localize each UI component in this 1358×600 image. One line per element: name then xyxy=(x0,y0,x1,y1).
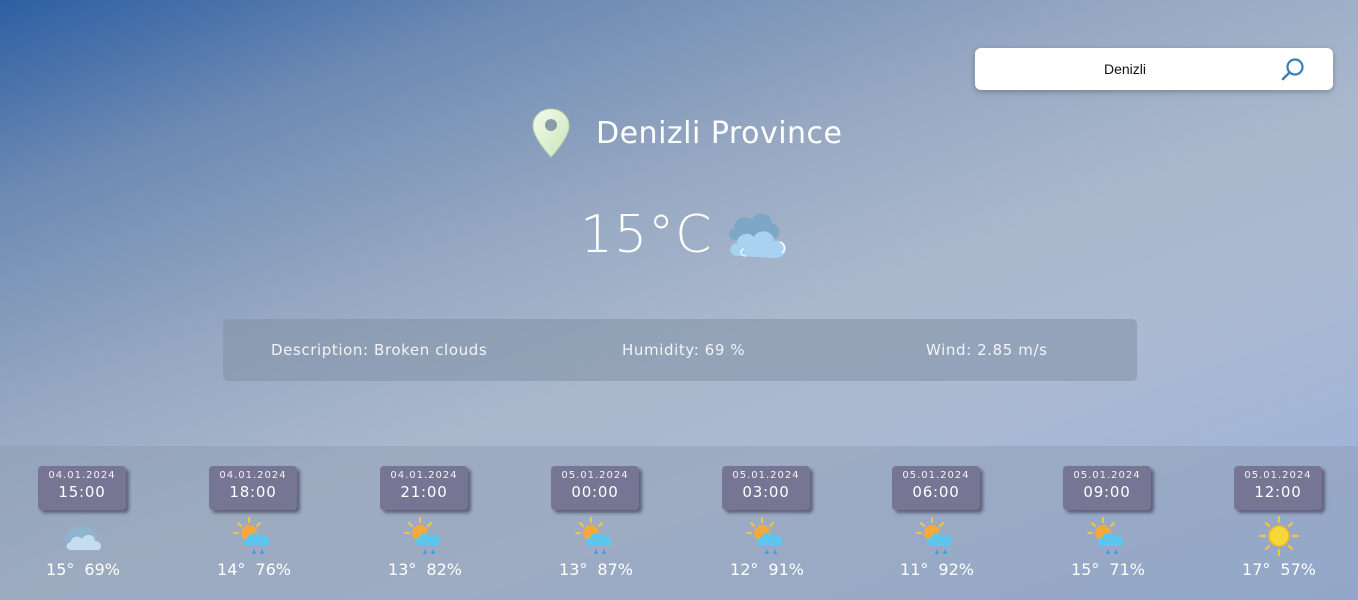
forecast-time: 03:00 xyxy=(742,483,790,501)
forecast-humidity: 82% xyxy=(426,560,462,579)
forecast-humidity: 87% xyxy=(597,560,633,579)
forecast-time: 06:00 xyxy=(912,483,960,501)
sun-icon xyxy=(1258,516,1300,556)
sun-rain-icon xyxy=(1087,517,1124,554)
sun-rain-icon xyxy=(575,517,612,554)
forecast-humidity: 76% xyxy=(255,560,291,579)
forecast-values: 11° 92% xyxy=(892,560,982,579)
forecast-temp: 11° xyxy=(900,560,929,579)
forecast-values: 15° 69% xyxy=(38,560,128,579)
forecast-item: 05.01.2024 00:00 13° 87% xyxy=(551,466,641,579)
search-icon[interactable] xyxy=(1280,57,1306,83)
forecast-datetime: 05.01.2024 09:00 xyxy=(1063,466,1151,510)
forecast-humidity: 92% xyxy=(938,560,974,579)
forecast-temp: 12° xyxy=(730,560,759,579)
forecast-time: 21:00 xyxy=(400,483,448,501)
city-name: Denizli Province xyxy=(596,115,843,151)
sun-rain-icon xyxy=(916,517,953,554)
forecast-datetime: 05.01.2024 00:00 xyxy=(551,466,639,510)
search-input[interactable] xyxy=(975,48,1275,90)
forecast-datetime: 04.01.2024 18:00 xyxy=(209,466,297,510)
forecast-date: 05.01.2024 xyxy=(1073,470,1141,481)
forecast-time: 15:00 xyxy=(58,483,106,501)
forecast-datetime: 05.01.2024 12:00 xyxy=(1234,466,1322,510)
sun-rain-icon xyxy=(404,517,441,554)
forecast-temp: 15° xyxy=(46,560,75,579)
forecast-item: 04.01.2024 21:00 13° 82% xyxy=(380,466,470,579)
forecast-date: 04.01.2024 xyxy=(219,470,287,481)
forecast-time: 00:00 xyxy=(571,483,619,501)
forecast-date: 05.01.2024 xyxy=(1244,470,1312,481)
current-temperature: 15°C xyxy=(580,205,713,265)
forecast-item: 04.01.2024 15:00 15° 69% xyxy=(38,466,128,579)
location-pin-icon xyxy=(532,108,570,158)
forecast-temp: 15° xyxy=(1071,560,1100,579)
forecast-values: 14° 76% xyxy=(209,560,299,579)
forecast-date: 05.01.2024 xyxy=(561,470,629,481)
forecast-item: 05.01.2024 03:00 12° 91% xyxy=(722,466,812,579)
forecast-date: 04.01.2024 xyxy=(48,470,116,481)
forecast-values: 15° 71% xyxy=(1063,560,1153,579)
forecast-item: 05.01.2024 09:00 15° 71% xyxy=(1063,466,1153,579)
sun-rain-icon xyxy=(233,517,270,554)
broken-clouds-icon xyxy=(729,213,787,258)
sun-rain-icon xyxy=(746,517,783,554)
forecast-date: 04.01.2024 xyxy=(390,470,458,481)
forecast-humidity: 71% xyxy=(1109,560,1145,579)
forecast-date: 05.01.2024 xyxy=(732,470,800,481)
forecast-datetime: 04.01.2024 21:00 xyxy=(380,466,468,510)
forecast-time: 18:00 xyxy=(229,483,277,501)
forecast-values: 13° 82% xyxy=(380,560,470,579)
forecast-temp: 13° xyxy=(559,560,588,579)
clouds-icon xyxy=(64,525,102,550)
location-header: Denizli Province xyxy=(530,106,843,160)
forecast-time: 09:00 xyxy=(1083,483,1131,501)
description-text: Description: Broken clouds xyxy=(271,341,488,359)
forecast-date: 05.01.2024 xyxy=(902,470,970,481)
forecast-strip: 04.01.2024 15:00 15° 69% 04.01.2024 18:00… xyxy=(0,446,1358,600)
humidity-text: Humidity: 69 % xyxy=(622,341,746,359)
forecast-temp: 14° xyxy=(217,560,246,579)
forecast-item: 05.01.2024 12:00 17° 57% xyxy=(1234,466,1324,579)
forecast-humidity: 57% xyxy=(1280,560,1316,579)
forecast-temp: 13° xyxy=(388,560,417,579)
forecast-datetime: 04.01.2024 15:00 xyxy=(38,466,126,510)
forecast-item: 04.01.2024 18:00 14° 76% xyxy=(209,466,299,579)
forecast-datetime: 05.01.2024 03:00 xyxy=(722,466,810,510)
forecast-time: 12:00 xyxy=(1254,483,1302,501)
forecast-item: 05.01.2024 06:00 11° 92% xyxy=(892,466,982,579)
forecast-datetime: 05.01.2024 06:00 xyxy=(892,466,980,510)
forecast-values: 13° 87% xyxy=(551,560,641,579)
wind-text: Wind: 2.85 m/s xyxy=(926,341,1048,359)
weather-details-panel: Description: Broken clouds Humidity: 69 … xyxy=(223,319,1137,381)
forecast-humidity: 91% xyxy=(768,560,804,579)
forecast-values: 17° 57% xyxy=(1234,560,1324,579)
forecast-values: 12° 91% xyxy=(722,560,812,579)
forecast-humidity: 69% xyxy=(84,560,120,579)
forecast-temp: 17° xyxy=(1242,560,1271,579)
current-weather: 15°C xyxy=(580,205,796,265)
